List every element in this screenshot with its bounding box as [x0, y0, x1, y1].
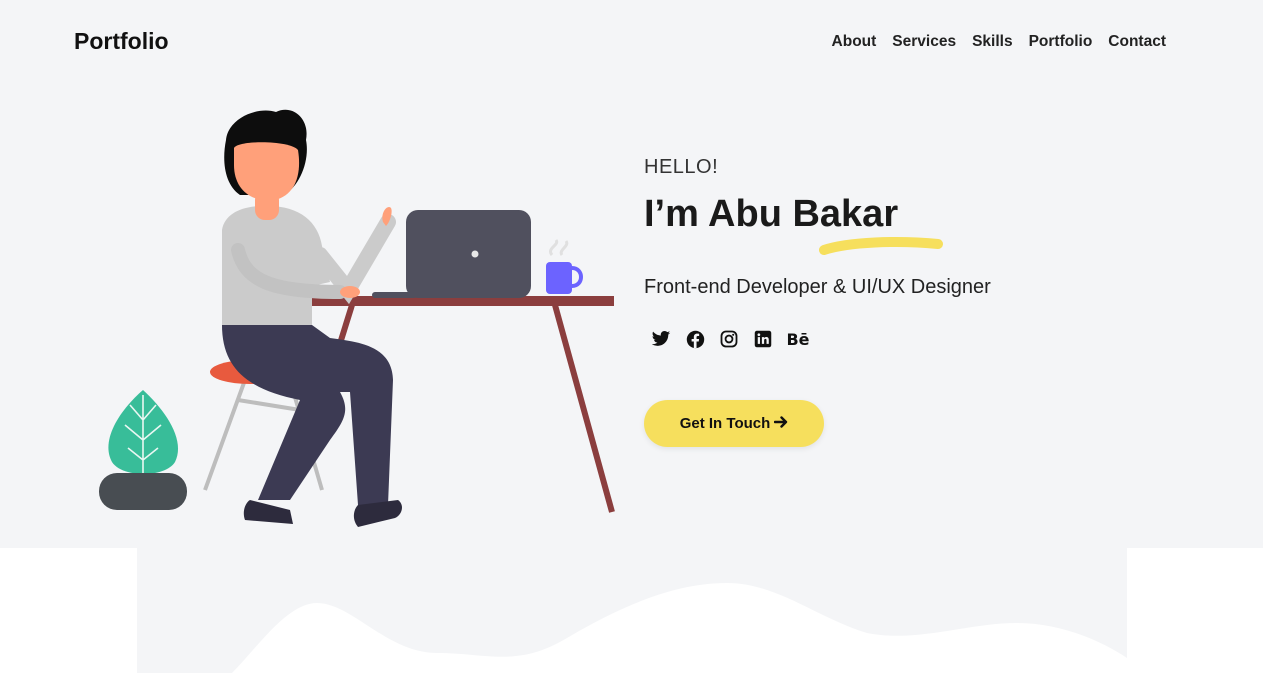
main-nav: About Services Skills Portfolio Contact: [832, 33, 1166, 51]
person-illustration: [222, 109, 402, 527]
nav-link-services[interactable]: Services: [892, 33, 956, 51]
behance-icon[interactable]: Bē: [786, 328, 810, 350]
facebook-icon[interactable]: [684, 328, 706, 350]
nav-link-contact[interactable]: Contact: [1108, 33, 1166, 51]
get-in-touch-label: Get In Touch: [679, 415, 771, 432]
social-links: Bē: [650, 328, 810, 350]
developer-illustration: [99, 109, 615, 527]
hero-name-heading: I’m Abu Bakar: [644, 193, 899, 235]
hello-greeting: HELLO!: [644, 156, 719, 178]
nav-link-about[interactable]: About: [832, 33, 877, 51]
arrow-right-icon: [774, 415, 788, 432]
hero-role-subtitle: Front-end Developer & UI/UX Designer: [644, 276, 991, 298]
wave-decoration: [232, 583, 1127, 673]
brand-logo[interactable]: Portfolio: [74, 28, 169, 55]
plant-illustration: [99, 390, 187, 510]
linkedin-icon[interactable]: [752, 328, 774, 350]
hero-section: Portfolio About Services Skills Portfoli…: [0, 0, 1263, 548]
mug-illustration: [546, 239, 583, 294]
get-in-touch-button[interactable]: Get In Touch: [644, 400, 824, 447]
nav-link-portfolio[interactable]: Portfolio: [1029, 33, 1093, 51]
name-highlight-underline: [819, 237, 943, 255]
twitter-icon[interactable]: [650, 328, 672, 350]
instagram-icon[interactable]: [718, 328, 740, 350]
wave-section: [137, 548, 1127, 673]
nav-link-skills[interactable]: Skills: [972, 33, 1013, 51]
